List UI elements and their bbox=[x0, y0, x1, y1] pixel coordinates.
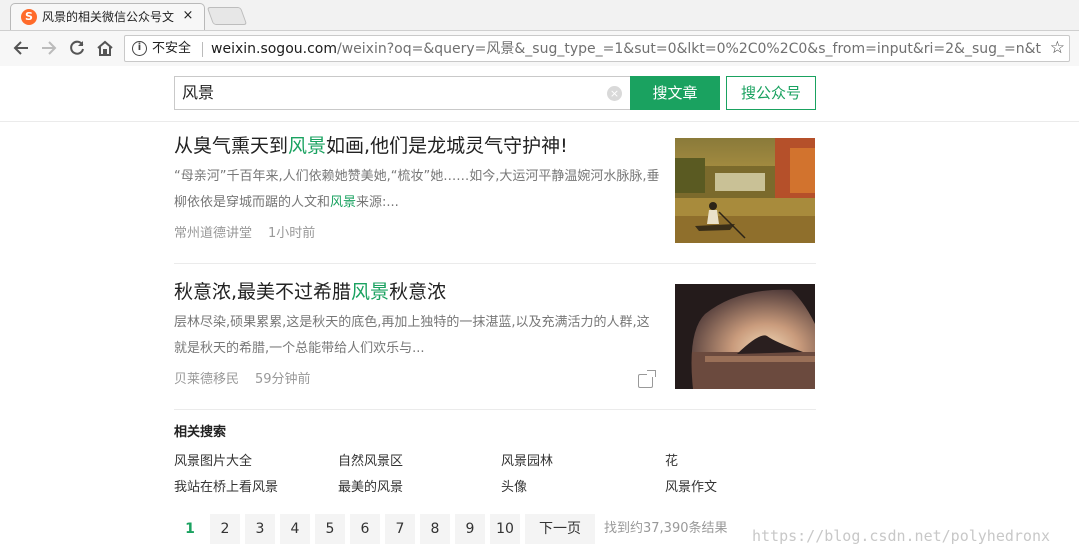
page-link[interactable]: 8 bbox=[420, 514, 450, 544]
summary-text: 层林尽染,硕果累累,这是秋天的底色,再加上独特的一抹湛蓝,以及充满活力的人群,这… bbox=[174, 315, 650, 356]
result-item: 从臭气熏天到风景如画,他们是龙城灵气守护神! “母亲河”千百年来,人们依赖她赞美… bbox=[174, 135, 816, 245]
related-search-link[interactable]: 风景图片大全 bbox=[174, 454, 252, 470]
page-link[interactable]: 6 bbox=[350, 514, 380, 544]
related-searches-heading: 相关搜索 bbox=[174, 425, 227, 440]
browser-toolbar: i 不安全 weixin.sogou.com/weixin?oq=&query=… bbox=[0, 30, 1079, 66]
result-title-link[interactable]: 秋意浓,最美不过希腊风景秋意浓 bbox=[174, 281, 446, 303]
title-text: 秋意浓 bbox=[389, 281, 447, 303]
result-summary: 层林尽染,硕果累累,这是秋天的底色,再加上独特的一抹湛蓝,以及充满活力的人群,这… bbox=[174, 310, 660, 362]
related-search-link[interactable]: 最美的风景 bbox=[338, 480, 403, 496]
result-title-link[interactable]: 从臭气熏天到风景如画,他们是龙城灵气守护神! bbox=[174, 135, 568, 157]
publish-time: 59分钟前 bbox=[255, 372, 311, 387]
browser-tab[interactable]: S 风景的相关微信公众号文 × bbox=[10, 3, 205, 30]
result-divider bbox=[174, 409, 816, 410]
related-search-link[interactable]: 头像 bbox=[501, 480, 527, 496]
next-page-button[interactable]: 下一页 bbox=[525, 514, 595, 544]
publish-time: 1小时前 bbox=[268, 226, 316, 241]
search-header: 风景 × 搜文章 搜公众号 bbox=[0, 66, 1079, 122]
related-search-link[interactable]: 风景园林 bbox=[501, 454, 553, 470]
title-text: 秋意浓,最美不过希腊 bbox=[174, 281, 352, 303]
url-host: weixin.sogou.com bbox=[211, 41, 337, 57]
summary-text: “母亲河”千百年来,人们依赖她赞美她,“梳妆”她……如今,大运河平静温婉河水脉脉… bbox=[174, 169, 660, 210]
info-icon[interactable]: i bbox=[132, 41, 147, 56]
result-count: 找到约37,390条结果 bbox=[604, 521, 728, 536]
search-accounts-button[interactable]: 搜公众号 bbox=[726, 76, 816, 110]
new-tab-button[interactable] bbox=[206, 7, 248, 25]
tab-close-icon[interactable]: × bbox=[180, 8, 196, 24]
address-bar[interactable]: i 不安全 weixin.sogou.com/weixin?oq=&query=… bbox=[124, 35, 1070, 62]
result-meta: 贝莱德移民 59分钟前 bbox=[174, 371, 311, 389]
page-1-current[interactable]: 1 bbox=[175, 514, 205, 544]
browser-chrome: S 风景的相关微信公众号文 × i 不安全 weixin.sogou.com/w… bbox=[0, 0, 1079, 66]
search-articles-button[interactable]: 搜文章 bbox=[630, 76, 720, 110]
result-divider bbox=[174, 263, 816, 264]
url-text[interactable]: weixin.sogou.com/weixin?oq=&query=风景&_su… bbox=[211, 40, 1041, 58]
summary-text: 来源:... bbox=[356, 195, 399, 210]
bookmark-star-icon[interactable]: ☆ bbox=[1050, 39, 1065, 58]
result-meta: 常州道德讲堂 1小时前 bbox=[174, 225, 315, 243]
clear-icon[interactable]: × bbox=[607, 86, 622, 101]
related-search-link[interactable]: 风景作文 bbox=[665, 480, 717, 496]
result-thumbnail[interactable] bbox=[675, 138, 815, 243]
reload-icon[interactable] bbox=[67, 38, 87, 58]
not-secure-label: 不安全 bbox=[152, 41, 192, 56]
page-link[interactable]: 7 bbox=[385, 514, 415, 544]
share-icon[interactable] bbox=[638, 370, 656, 388]
page-link[interactable]: 9 bbox=[455, 514, 485, 544]
page-link[interactable]: 3 bbox=[245, 514, 275, 544]
related-search-link[interactable]: 自然风景区 bbox=[338, 454, 403, 470]
related-search-link[interactable]: 花 bbox=[665, 454, 678, 470]
rowing-boat-autumn-lake-photo bbox=[675, 138, 815, 243]
page-link[interactable]: 4 bbox=[280, 514, 310, 544]
address-separator bbox=[202, 42, 203, 57]
home-icon[interactable] bbox=[95, 38, 115, 58]
search-input[interactable]: 风景 × bbox=[174, 76, 630, 110]
title-highlight: 风景 bbox=[351, 281, 390, 303]
account-name-link[interactable]: 常州道德讲堂 bbox=[174, 226, 252, 241]
title-highlight: 风景 bbox=[288, 135, 327, 157]
search-query: 风景 bbox=[182, 83, 215, 102]
page-link[interactable]: 5 bbox=[315, 514, 345, 544]
greek-island-sunset-photo bbox=[675, 284, 815, 389]
sogou-favicon-icon: S bbox=[21, 9, 37, 25]
page-link[interactable]: 10 bbox=[490, 514, 520, 544]
tab-strip: S 风景的相关微信公众号文 × bbox=[0, 0, 1079, 30]
result-thumbnail[interactable] bbox=[675, 284, 815, 389]
related-search-link[interactable]: 我站在桥上看风景 bbox=[174, 480, 278, 496]
title-text: 从臭气熏天到 bbox=[174, 135, 289, 157]
result-summary: “母亲河”千百年来,人们依赖她赞美她,“梳妆”她……如今,大运河平静温婉河水脉脉… bbox=[174, 164, 660, 216]
back-icon[interactable] bbox=[11, 38, 31, 58]
page-link[interactable]: 2 bbox=[210, 514, 240, 544]
forward-icon[interactable] bbox=[39, 38, 59, 58]
account-name-link[interactable]: 贝莱德移民 bbox=[174, 372, 239, 387]
tab-title: 风景的相关微信公众号文 bbox=[42, 10, 175, 24]
summary-highlight: 风景 bbox=[330, 195, 357, 210]
watermark: https://blog.csdn.net/polyhedronx bbox=[752, 527, 1051, 545]
result-item: 秋意浓,最美不过希腊风景秋意浓 层林尽染,硕果累累,这是秋天的底色,再加上独特的… bbox=[174, 281, 816, 391]
url-path: /weixin?oq=&query=风景&_sug_type_=1&sut=0&… bbox=[337, 41, 1041, 57]
title-text: 如画,他们是龙城灵气守护神! bbox=[326, 135, 568, 157]
